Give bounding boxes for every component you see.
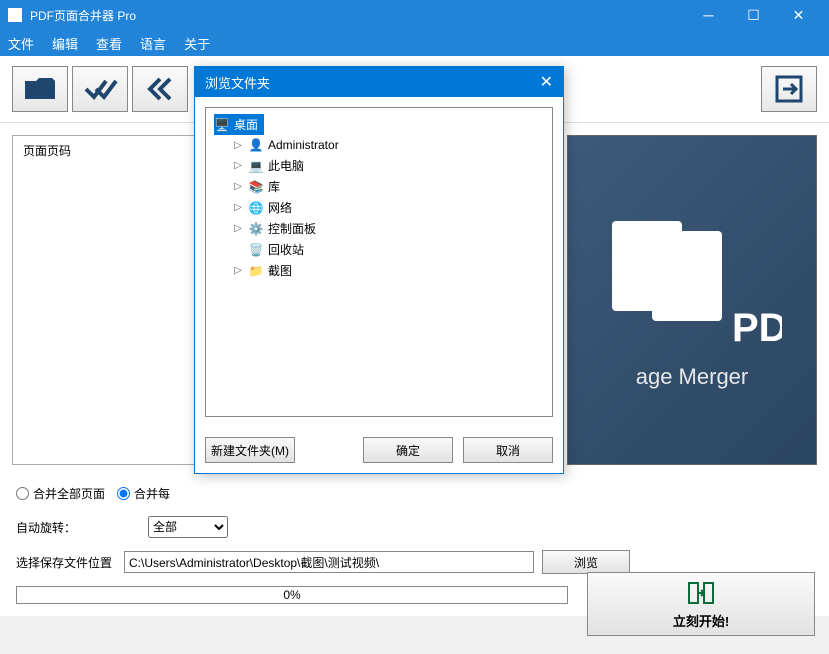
merge-all-radio[interactable] [16,487,29,500]
save-path-input[interactable] [124,551,534,573]
close-button[interactable]: ✕ [776,0,821,30]
maximize-button[interactable]: ☐ [731,0,776,30]
menu-view[interactable]: 查看 [96,34,122,53]
expand-arrow-icon[interactable]: ▷ [232,140,244,151]
logo-panel: PDF age Merger [567,135,817,465]
pdf-document-icon: PDF [602,211,782,361]
menu-file[interactable]: 文件 [8,34,34,53]
merge-all-option[interactable]: 合并全部页面 [16,485,105,502]
folder-icon: 📁 [248,263,264,279]
computer-icon: 💻 [248,158,264,174]
tree-item-control-panel[interactable]: ▷ ⚙️ 控制面板 [232,218,544,239]
dialog-button-row: 新建文件夹(M) 确定 取消 [195,427,563,473]
window-title: PDF页面合并器 Pro [30,7,686,24]
cancel-button[interactable]: 取消 [463,437,553,463]
dialog-titlebar[interactable]: 浏览文件夹 ✕ [195,67,563,97]
merge-each-radio[interactable] [117,487,130,500]
double-arrow-left-icon [142,71,178,107]
browse-folder-dialog: 浏览文件夹 ✕ 🖥️ 桌面 ▷ 👤 Administrator ▷ 💻 [194,66,564,474]
export-button[interactable] [761,66,817,112]
tree-item-network[interactable]: ▷ 🌐 网络 [232,197,544,218]
dialog-close-button[interactable]: ✕ [540,72,553,92]
recycle-bin-icon: 🗑️ [248,242,264,258]
dialog-body: 🖥️ 桌面 ▷ 👤 Administrator ▷ 💻 此电脑 ▷ 📚 [195,97,563,427]
tree-item-libraries[interactable]: ▷ 📚 库 [232,176,544,197]
dialog-title-text: 浏览文件夹 [205,73,270,92]
tree-item-recycle-bin[interactable]: ▷ 🗑️ 回收站 [232,239,544,260]
save-path-label: 选择保存文件位置 [16,554,116,571]
progress-bar: 0% [16,586,568,604]
back-button[interactable] [132,66,188,112]
open-folder-button[interactable] [12,66,68,112]
library-icon: 📚 [248,179,264,195]
control-panel-icon: ⚙️ [248,221,264,237]
autorotate-label: 自动旋转： [16,519,136,536]
menu-edit[interactable]: 编辑 [52,34,78,53]
merge-options-row: 合并全部页面 合并每 [0,477,829,510]
desktop-icon: 🖥️ [214,117,230,133]
svg-text:PDF: PDF [732,306,782,350]
title-bar: PDF页面合并器 Pro ─ ☐ ✕ [0,0,829,30]
menu-about[interactable]: 关于 [184,34,210,53]
autorotate-select[interactable]: 全部 [148,516,228,538]
minimize-button[interactable]: ─ [686,0,731,30]
app-icon [8,8,22,22]
tree-item-screenshots[interactable]: ▷ 📁 截图 [232,260,544,281]
tree-item-administrator[interactable]: ▷ 👤 Administrator [232,135,544,155]
new-folder-button[interactable]: 新建文件夹(M) [205,437,295,463]
logo-subtitle: age Merger [636,364,749,390]
expand-arrow-icon[interactable]: ▷ [232,202,244,213]
expand-arrow-icon[interactable]: ▷ [232,181,244,192]
expand-arrow-icon[interactable]: ▷ [232,160,244,171]
folder-open-icon [22,71,58,107]
user-icon: 👤 [248,137,264,153]
menu-language[interactable]: 语言 [140,34,166,53]
autorotate-row: 自动旋转： 全部 [0,510,829,544]
merge-each-option[interactable]: 合并每 [117,485,170,502]
ok-button[interactable]: 确定 [363,437,453,463]
tree-root-desktop[interactable]: 🖥️ 桌面 [214,114,264,135]
start-button[interactable]: 立刻开始! [587,572,815,636]
expand-arrow-icon[interactable]: ▷ [232,265,244,276]
double-check-icon [82,71,118,107]
check-all-button[interactable] [72,66,128,112]
browse-button[interactable]: 浏览 [542,550,630,574]
tree-item-this-pc[interactable]: ▷ 💻 此电脑 [232,155,544,176]
folder-tree[interactable]: 🖥️ 桌面 ▷ 👤 Administrator ▷ 💻 此电脑 ▷ 📚 [205,107,553,417]
export-icon [771,71,807,107]
menu-bar: 文件 编辑 查看 语言 关于 [0,30,829,56]
network-icon: 🌐 [248,200,264,216]
expand-arrow-icon[interactable]: ▷ [232,223,244,234]
start-icon [687,579,715,607]
